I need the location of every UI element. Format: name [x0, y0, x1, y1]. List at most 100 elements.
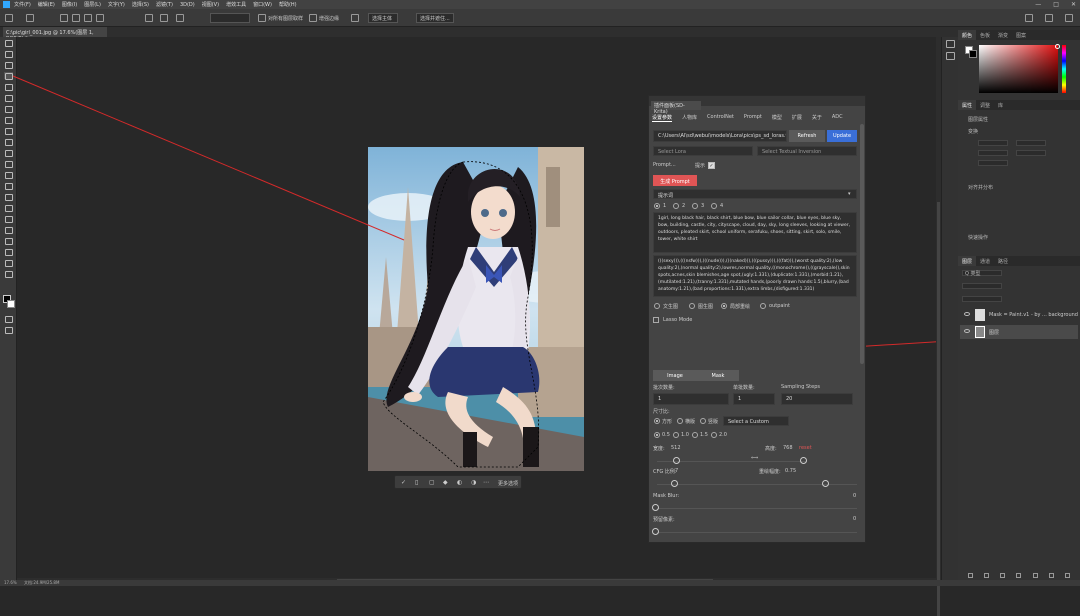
paragraph-icon[interactable]	[946, 52, 955, 60]
new-selection-icon[interactable]	[60, 14, 68, 22]
screen-mode-icon[interactable]	[4, 326, 13, 334]
prompt-model-dropdown[interactable]: 提示词	[653, 189, 857, 199]
chevron-down-icon[interactable]: ▾	[848, 191, 851, 197]
menu-type[interactable]: 文字(Y)	[108, 1, 125, 8]
slot-radio-3[interactable]	[692, 203, 698, 209]
plugin-title[interactable]: 插件面板(SD-Krita)	[651, 101, 701, 115]
slot-radio-2[interactable]	[673, 203, 679, 209]
cfg-slider-knob[interactable]	[671, 480, 678, 487]
refresh-button[interactable]: Refresh	[789, 130, 825, 142]
eyedropper-tool-icon[interactable]	[4, 105, 13, 113]
tab-characters[interactable]: 人物库	[682, 114, 697, 122]
frame-tool-icon[interactable]	[4, 94, 13, 102]
width-slider-knob[interactable]	[673, 457, 680, 464]
eye-icon[interactable]	[964, 312, 970, 316]
menu-select[interactable]: 选择(S)	[132, 1, 149, 8]
menu-filter[interactable]: 滤镜(T)	[156, 1, 173, 8]
home-icon[interactable]	[5, 14, 13, 22]
y-field[interactable]	[1016, 150, 1046, 156]
select-subject-button[interactable]: 选择主体	[368, 13, 398, 23]
sampling-steps-input[interactable]: 20	[781, 393, 853, 405]
custom-preset-dropdown[interactable]: Select a Custom Preset	[723, 416, 789, 426]
mask-icon[interactable]: ◐	[457, 479, 464, 486]
quick-selection-tool-icon[interactable]	[4, 72, 13, 80]
select-mask-icon[interactable]: ▯	[415, 479, 422, 486]
quick-select-tool-icon[interactable]	[26, 14, 34, 22]
prompt-textarea[interactable]: 1girl, long black hair, black shirt, blu…	[653, 212, 857, 253]
mask-button[interactable]: Mask	[697, 370, 739, 381]
gradient-tool-icon[interactable]	[4, 171, 13, 179]
enhance-edge-checkbox[interactable]	[309, 14, 317, 22]
menu-image[interactable]: 图像(I)	[62, 1, 77, 8]
tab-models[interactable]: 模型	[772, 114, 782, 122]
scale-radio-1-0[interactable]	[673, 432, 679, 438]
brush-size-icon[interactable]	[176, 14, 184, 22]
eye-icon[interactable]	[964, 329, 970, 333]
scale-radio-1-5[interactable]	[692, 432, 698, 438]
more-tools-icon[interactable]	[4, 270, 13, 278]
padding-slider-track[interactable]	[657, 532, 857, 533]
fx-icon[interactable]	[983, 573, 989, 578]
generate-prompt-button[interactable]: 生成 Prompt	[653, 175, 697, 186]
denoise-slider-knob[interactable]	[822, 480, 829, 487]
color-bg-swatch[interactable]	[969, 50, 977, 58]
hand-tool-icon[interactable]	[4, 248, 13, 256]
mode-radio-img2img[interactable]	[689, 303, 695, 309]
select-subject-icon[interactable]: ✓	[401, 479, 408, 486]
refresh-icon[interactable]	[145, 14, 153, 22]
maximize-icon[interactable]: □	[1053, 1, 1059, 8]
tab-properties[interactable]: 属性	[958, 100, 977, 110]
rectangle-tool-icon[interactable]	[4, 237, 13, 245]
invert-icon[interactable]: ▢	[429, 479, 436, 486]
group-icon[interactable]	[1032, 573, 1038, 578]
path-selection-icon[interactable]	[4, 226, 13, 234]
lasso-tool-icon[interactable]	[4, 61, 13, 69]
menu-edit[interactable]: 编辑(E)	[38, 1, 55, 8]
tab-about[interactable]: 关于	[812, 114, 822, 122]
height-reset-link[interactable]: reset	[799, 445, 812, 451]
marquee-tool-icon[interactable]	[4, 50, 13, 58]
fill-icon[interactable]: ◆	[443, 479, 450, 486]
batch-count-input[interactable]: 1	[733, 393, 775, 405]
mode-radio-inpaint[interactable]	[721, 303, 727, 309]
sample-all-checkbox[interactable]	[258, 14, 266, 22]
subtract-selection-icon[interactable]	[84, 14, 92, 22]
blur-tool-icon[interactable]	[4, 182, 13, 190]
tab-settings[interactable]: 设置参数	[652, 114, 673, 122]
search-icon[interactable]	[1025, 14, 1033, 22]
adjust-icon[interactable]: ◑	[471, 479, 478, 486]
tab-layers[interactable]: 图层	[958, 256, 977, 266]
link-size-icon[interactable]: ⟺	[751, 455, 758, 461]
tab-color[interactable]: 颜色	[958, 30, 977, 40]
slot-radio-1[interactable]	[654, 203, 660, 209]
color-picker-handle[interactable]	[1055, 44, 1060, 49]
history-brush-icon[interactable]	[4, 149, 13, 157]
menu-file[interactable]: 文件(F)	[14, 1, 31, 8]
hue-slider[interactable]	[1062, 45, 1066, 93]
tab-prompt[interactable]: Prompt	[744, 114, 762, 122]
document-tab[interactable]: C:\pic\girl_001.jpg @ 17.6%(图层 1, RGB/8)…	[3, 27, 107, 42]
type-tool-icon[interactable]	[4, 215, 13, 223]
menu-layer[interactable]: 图层(L)	[84, 1, 101, 8]
angle-field[interactable]	[978, 160, 1008, 166]
zoom-tool-icon[interactable]	[4, 259, 13, 267]
tab-adjustments[interactable]: 调整	[976, 100, 994, 110]
link-layers-icon[interactable]	[967, 573, 973, 578]
menu-window[interactable]: 窗口(W)	[253, 1, 272, 8]
update-button[interactable]: Update	[827, 130, 857, 142]
slot-radio-4[interactable]	[711, 203, 717, 209]
tab-patterns[interactable]: 图案	[1012, 30, 1030, 40]
background-color-swatch[interactable]	[7, 300, 15, 308]
plugin-scrollbar[interactable]	[860, 124, 864, 364]
new-layer-icon[interactable]	[1049, 573, 1055, 578]
scale-radio-0-5[interactable]	[654, 432, 660, 438]
mode-radio-outpaint[interactable]	[760, 303, 766, 309]
blend-mode-dropdown[interactable]	[962, 283, 1002, 289]
history-icon[interactable]	[946, 40, 955, 48]
tab-controlnet[interactable]: ControlNet	[707, 114, 734, 122]
path-input[interactable]: C:\Users\AI\sd\webui\models\Lora\pics\ps…	[653, 130, 787, 142]
move-tool-icon[interactable]	[4, 39, 13, 47]
document-image[interactable]	[368, 147, 584, 471]
rotate-icon[interactable]	[160, 14, 168, 22]
lasso-mode-checkbox[interactable]	[653, 317, 659, 323]
